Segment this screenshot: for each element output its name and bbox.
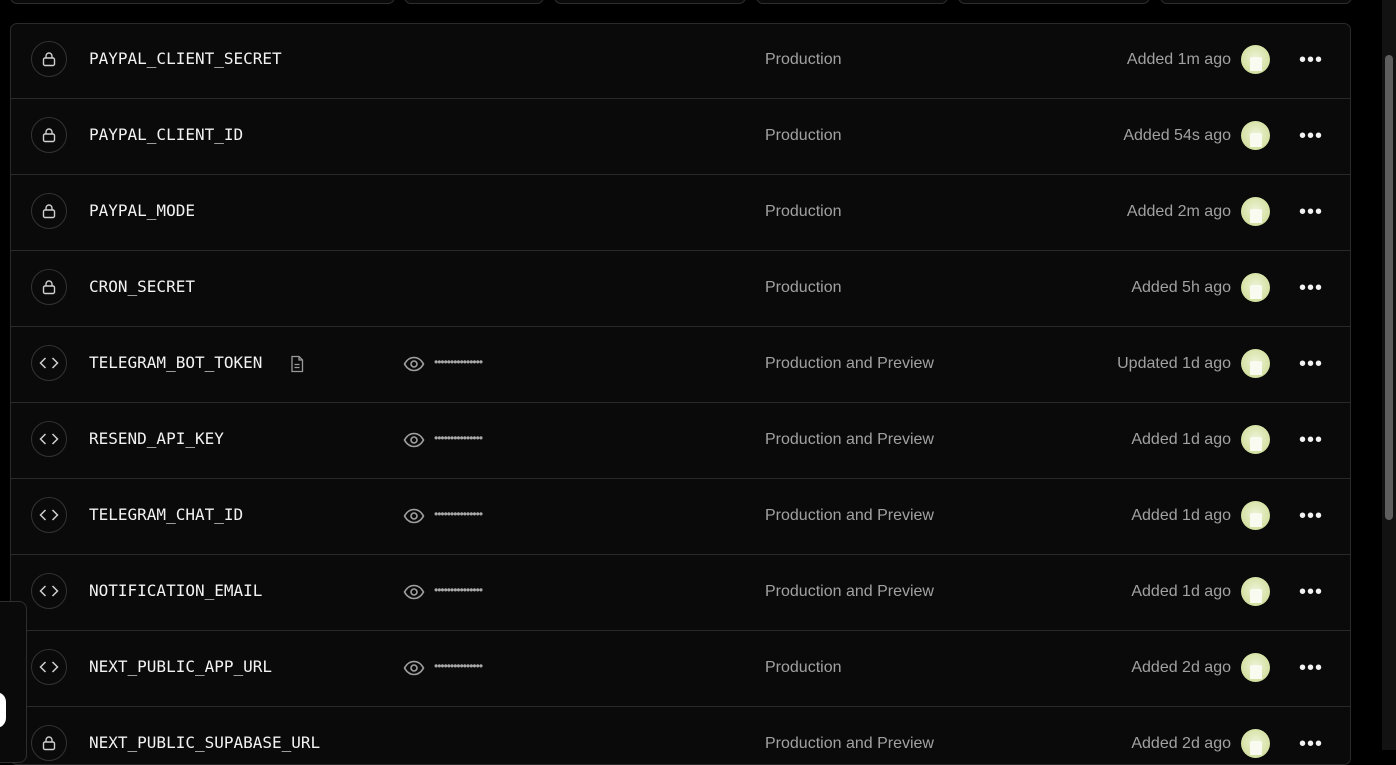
avatar	[1241, 121, 1270, 150]
masked-value: •••••••••••••••	[434, 355, 483, 369]
more-menu-button[interactable]: •••	[1296, 578, 1326, 606]
added-timestamp: Added 2d ago	[1131, 659, 1231, 676]
avatar	[1241, 273, 1270, 302]
added-timestamp: Added 1m ago	[1126, 51, 1231, 68]
variable-name[interactable]: TELEGRAM_CHAT_ID	[89, 505, 243, 524]
more-menu-button[interactable]: •••	[1296, 274, 1326, 302]
more-menu-button[interactable]: •••	[1296, 198, 1326, 226]
variable-name[interactable]: CRON_SECRET	[89, 277, 195, 296]
code-icon	[31, 345, 67, 381]
environment-label: Production and Preview	[765, 355, 934, 372]
variable-name[interactable]: PAYPAL_CLIENT_ID	[89, 125, 243, 144]
env-variable-row[interactable]: PAYPAL_CLIENT_SECRET Production Added 1m…	[11, 24, 1350, 99]
lock-icon	[31, 193, 67, 229]
avatar	[1241, 729, 1270, 758]
env-variable-row[interactable]: PAYPAL_MODE Production Added 2m ago •••	[11, 175, 1350, 251]
code-icon	[31, 649, 67, 685]
eye-icon[interactable]	[403, 584, 425, 605]
lock-icon	[31, 725, 67, 761]
lock-icon	[31, 269, 67, 305]
env-variable-row[interactable]: TELEGRAM_CHAT_ID ••••••••••••••• Product…	[11, 479, 1350, 555]
more-menu-button[interactable]: •••	[1296, 46, 1326, 74]
filter-dropdown-4[interactable]	[958, 0, 1150, 4]
environment-label: Production	[765, 659, 842, 676]
variable-name[interactable]: TELEGRAM_BOT_TOKEN	[89, 353, 262, 372]
lock-icon	[31, 41, 67, 77]
note-icon[interactable]	[289, 355, 305, 378]
code-icon	[31, 573, 67, 609]
code-icon	[31, 497, 67, 533]
added-timestamp: Added 54s ago	[1123, 127, 1231, 144]
lock-icon	[31, 117, 67, 153]
variable-name[interactable]: NOTIFICATION_EMAIL	[89, 581, 262, 600]
search-input[interactable]	[10, 0, 395, 4]
variable-name[interactable]: PAYPAL_MODE	[89, 201, 195, 220]
environment-label: Production	[765, 51, 842, 68]
avatar	[1241, 197, 1270, 226]
scrollbar[interactable]	[1382, 0, 1396, 750]
variable-name[interactable]: PAYPAL_CLIENT_SECRET	[89, 49, 282, 68]
masked-value: •••••••••••••••	[434, 583, 483, 597]
variable-name[interactable]: NEXT_PUBLIC_APP_URL	[89, 657, 272, 676]
scrollbar-thumb[interactable]	[1385, 55, 1393, 520]
added-timestamp: Added 2d ago	[1131, 735, 1231, 752]
filter-dropdown-5[interactable]	[1160, 0, 1352, 4]
env-variable-row[interactable]: CRON_SECRET Production Added 5h ago •••	[11, 251, 1350, 327]
code-icon	[31, 421, 67, 457]
more-menu-button[interactable]: •••	[1296, 426, 1326, 454]
more-menu-button[interactable]: •••	[1296, 654, 1326, 682]
eye-icon[interactable]	[403, 356, 425, 377]
environment-label: Production	[765, 127, 842, 144]
env-variable-row[interactable]: RESEND_API_KEY ••••••••••••••• Productio…	[11, 403, 1350, 479]
masked-value: •••••••••••••••	[434, 659, 483, 673]
env-variable-row[interactable]: PAYPAL_CLIENT_ID Production Added 54s ag…	[11, 99, 1350, 175]
avatar	[1241, 577, 1270, 606]
avatar	[1241, 501, 1270, 530]
variable-name[interactable]: NEXT_PUBLIC_SUPABASE_URL	[89, 733, 320, 752]
environment-label: Production	[765, 203, 842, 220]
variable-name[interactable]: RESEND_API_KEY	[89, 429, 224, 448]
added-timestamp: Added 2m ago	[1126, 203, 1231, 220]
avatar	[1241, 45, 1270, 74]
env-variable-row[interactable]: NEXT_PUBLIC_SUPABASE_URL Production and …	[11, 707, 1350, 764]
environment-label: Production and Preview	[765, 735, 934, 752]
env-variables-list: PAYPAL_CLIENT_SECRET Production Added 1m…	[10, 23, 1351, 765]
filter-dropdown-3[interactable]	[756, 0, 948, 4]
filter-dropdown-2[interactable]	[554, 0, 746, 4]
avatar	[1241, 349, 1270, 378]
more-menu-button[interactable]: •••	[1296, 730, 1326, 758]
more-menu-button[interactable]: •••	[1296, 350, 1326, 378]
side-widget[interactable]	[0, 601, 27, 763]
eye-icon[interactable]	[403, 660, 425, 681]
environment-label: Production	[765, 279, 842, 296]
masked-value: •••••••••••••••	[434, 507, 483, 521]
more-menu-button[interactable]: •••	[1296, 122, 1326, 150]
added-timestamp: Added 1d ago	[1131, 583, 1231, 600]
added-timestamp: Added 1d ago	[1131, 431, 1231, 448]
env-variable-row[interactable]: TELEGRAM_BOT_TOKEN ••••••••••••••• Produ…	[11, 327, 1350, 403]
avatar	[1241, 653, 1270, 682]
masked-value: •••••••••••••••	[434, 431, 483, 445]
eye-icon[interactable]	[403, 432, 425, 453]
environment-label: Production and Preview	[765, 583, 934, 600]
filter-dropdown-1[interactable]	[404, 0, 544, 4]
env-variable-row[interactable]: NEXT_PUBLIC_APP_URL ••••••••••••••• Prod…	[11, 631, 1350, 707]
avatar	[1241, 425, 1270, 454]
environment-label: Production and Preview	[765, 431, 934, 448]
added-timestamp: Updated 1d ago	[1117, 355, 1231, 372]
env-variable-row[interactable]: NOTIFICATION_EMAIL ••••••••••••••• Produ…	[11, 555, 1350, 631]
added-timestamp: Added 1d ago	[1131, 507, 1231, 524]
environment-label: Production and Preview	[765, 507, 934, 524]
more-menu-button[interactable]: •••	[1296, 502, 1326, 530]
eye-icon[interactable]	[403, 508, 425, 529]
added-timestamp: Added 5h ago	[1131, 279, 1231, 296]
